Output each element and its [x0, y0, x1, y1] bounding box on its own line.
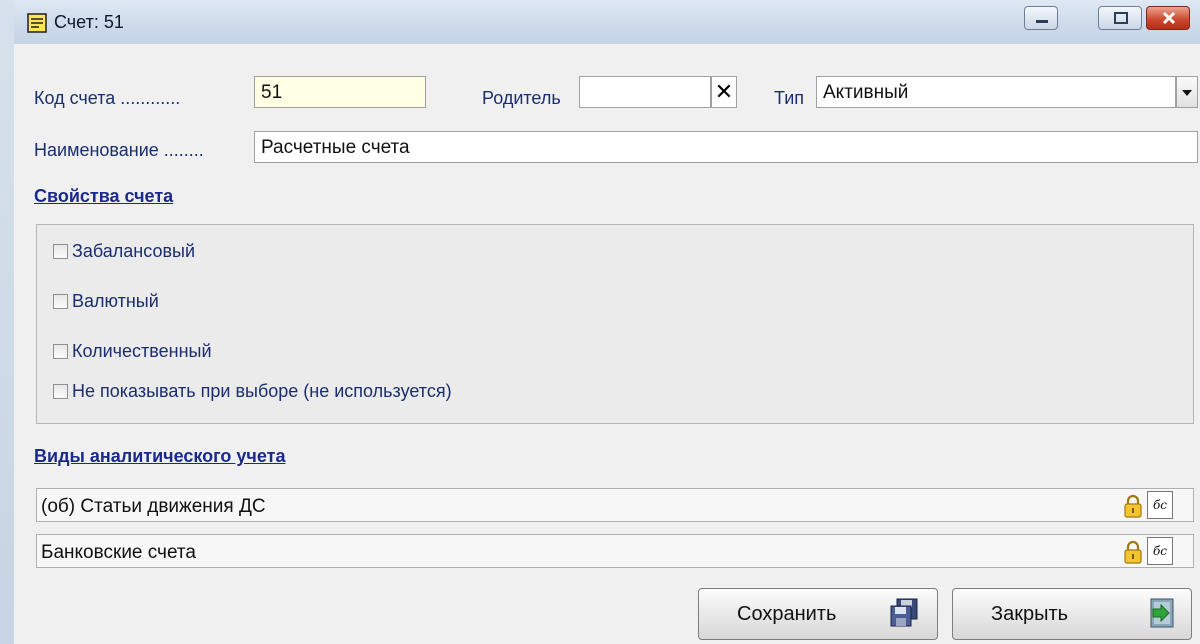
close-button-label: Закрыть	[991, 603, 1069, 625]
window-title: Счет: 51	[54, 12, 124, 32]
checkbox-hide-on-select[interactable]: Не показывать при выборе (не используетс…	[53, 381, 452, 402]
name-field[interactable]: Расчетные счета	[254, 131, 1198, 163]
minimize-icon	[1036, 20, 1048, 23]
clear-parent-button[interactable]: ✕	[711, 76, 737, 108]
properties-group: Забалансовый Валютный Количественный Не …	[36, 224, 1194, 424]
checkbox[interactable]	[53, 244, 68, 259]
analytics-row-label: (об) Статьи движения ДС	[41, 496, 266, 517]
code-field[interactable]: 51	[254, 76, 426, 108]
glasses-icon[interactable]: бс	[1147, 491, 1173, 519]
maximize-button[interactable]	[1098, 6, 1142, 30]
window-document-icon	[27, 13, 47, 33]
account-dialog: Счет: 51 Код счета ............ 51 Родит…	[14, 0, 1200, 644]
lock-icon	[1124, 494, 1142, 518]
checkbox[interactable]	[53, 384, 68, 399]
save-button-label: Сохранить	[737, 603, 837, 625]
minimize-button[interactable]	[1024, 6, 1058, 30]
clear-icon: ✕	[714, 79, 734, 104]
properties-section-link[interactable]: Свойства счета	[34, 186, 173, 207]
lock-icon	[1124, 540, 1142, 564]
checkbox-label: Забалансовый	[72, 241, 196, 261]
analytics-section-link[interactable]: Виды аналитического учета	[34, 446, 285, 467]
glasses-icon[interactable]: бс	[1147, 537, 1173, 565]
checkbox-label: Валютный	[72, 291, 159, 311]
code-label: Код счета ............	[34, 88, 181, 108]
save-button[interactable]: Сохранить	[698, 588, 938, 640]
close-button[interactable]: Закрыть	[952, 588, 1192, 640]
close-icon	[1162, 11, 1176, 25]
checkbox-label: Не показывать при выборе (не используетс…	[72, 381, 452, 401]
parent-field[interactable]	[579, 76, 711, 108]
desktop-edge	[0, 0, 14, 644]
close-window-button[interactable]	[1146, 6, 1190, 30]
exit-door-icon	[1150, 598, 1174, 628]
dropdown-arrow-icon	[1182, 90, 1192, 96]
title-bar[interactable]: Счет: 51	[14, 0, 1200, 44]
checkbox-currency[interactable]: Валютный	[53, 291, 159, 312]
analytics-row[interactable]: (об) Статьи движения ДС бс	[36, 488, 1194, 522]
checkbox[interactable]	[53, 344, 68, 359]
type-dropdown-button[interactable]	[1176, 76, 1198, 108]
type-label: Тип	[774, 88, 805, 108]
checkbox-label: Количественный	[72, 341, 212, 361]
parent-label: Родитель	[482, 88, 561, 108]
checkbox-quantitative[interactable]: Количественный	[53, 341, 212, 362]
analytics-row[interactable]: Банковские счета бс	[36, 534, 1194, 568]
name-label: Наименование ........	[34, 140, 204, 160]
save-floppy-icon	[890, 598, 918, 627]
maximize-icon	[1114, 12, 1128, 24]
type-select[interactable]: Активный	[816, 76, 1176, 108]
analytics-row-label: Банковские счета	[41, 542, 196, 563]
checkbox-off-balance[interactable]: Забалансовый	[53, 241, 195, 262]
checkbox[interactable]	[53, 294, 68, 309]
